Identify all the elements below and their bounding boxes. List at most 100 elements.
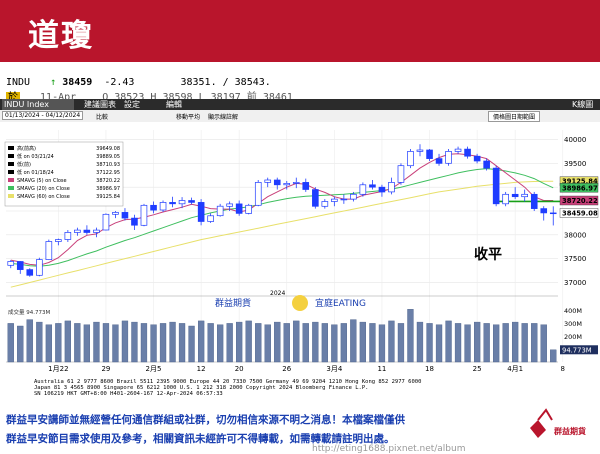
candle-up [321,201,329,207]
volume-bar [121,320,129,363]
volume-bar [64,320,72,363]
candle-up [283,183,291,186]
price-tag-label: 38986.97 [562,184,598,192]
price-tick-label: 40000 [564,136,586,144]
chart-range-label[interactable]: 價格圖日期範圍 [488,111,541,122]
candle-down [511,193,519,198]
candle-up [7,261,15,266]
brand-logo: 群益期貨 [524,404,596,450]
legend-swatch [8,146,14,150]
menu-item-settings[interactable]: 設定 [124,99,140,110]
volume-bar [521,323,528,363]
date-tick-label: 12 [197,365,206,373]
candle-down [83,229,91,233]
candle-up [112,212,119,215]
legend-swatch [8,170,14,174]
candle-down [435,158,443,164]
date-tick-label: 2月5 [146,365,162,373]
menu-item-chart-type[interactable]: K線圖 [572,99,593,110]
volume-bar [255,323,262,363]
date-tick-label: 11 [377,365,386,373]
legend-swatch [8,178,14,182]
candle-up [216,205,224,217]
title-bar: 道瓊 [0,0,600,62]
volume-legend: 成交量 94.773M [8,308,50,316]
date-range-input[interactable]: 01/13/2024 - 04/12/2024 [2,111,84,120]
price-tick-label: 38000 [564,231,586,239]
candle-up [292,182,300,184]
volume-bar [388,320,395,363]
volume-bar [55,323,62,363]
volume-bar [7,323,14,363]
year-label: 2024 [270,290,285,297]
volume-bar [188,325,195,363]
candle-down [302,182,310,190]
price-change: -2.43 [104,77,135,88]
volume-bar [45,324,53,363]
legend-value: 39649.08 [96,146,120,152]
date-tick-label: 29 [101,365,110,373]
volume-bar [540,324,547,363]
candle-up [521,193,528,198]
volume-bar [312,321,319,363]
candle-down [483,160,490,169]
volume-bar [169,321,176,363]
candle-up [340,198,348,201]
candle-down [188,200,195,203]
volume-bar [264,324,271,363]
moving-average-checkbox[interactable]: 移動平均 [176,112,200,121]
candle-down [473,155,481,162]
volume-bar [445,320,452,363]
candle-down [426,149,433,159]
candle-down [530,193,538,209]
legend-label: SMAVG (60) on Close [17,194,70,200]
volume-tick-label: 400M [564,307,582,315]
candle-down [150,204,157,211]
price-tag-label: 38720.22 [562,197,598,205]
candle-down [464,148,471,157]
volume-bar [140,323,148,363]
candle-down [378,186,386,193]
candle-down [273,179,281,186]
date-tick-label: 1月22 [48,365,68,373]
candle-down [169,202,176,205]
candle-up [159,202,167,211]
volume-bar [474,321,481,363]
candle-down [197,202,205,222]
annotation-checkbox[interactable]: 註解 [226,112,238,121]
volume-bar [340,323,347,363]
candle-up [102,213,110,231]
volume-bar [274,321,281,363]
index-name-box[interactable]: INDU Index [2,99,74,110]
watermark-slogan: 宜庭EATING [315,297,366,309]
legend-swatch [8,186,14,190]
watermark-url: http://eting1688.pixnet.net/album [312,444,466,454]
volume-bar [197,320,205,363]
volume-bar [150,324,157,363]
candle-up [502,193,509,205]
menu-item-edit[interactable]: 編輯 [166,99,182,110]
candle-down [121,212,129,219]
quote-line: INDU ↑ 38459 -2.43 38351. / 38543. [6,77,271,88]
price-chart: 37000375003800038500390003950040000400M3… [0,122,600,410]
volume-bar [83,324,91,363]
date-tick-label: 4月1 [507,365,523,373]
volume-bar [426,323,433,363]
compare-button[interactable]: 比較 [96,112,108,121]
candle-up [350,193,357,200]
show-line-checkbox[interactable]: 顯示線 [208,112,226,121]
volume-bar [226,323,233,363]
menu-item-suggested-charts[interactable]: 建議圖表 [84,99,116,110]
legend-value: 38986.97 [96,186,120,192]
volume-bar [216,324,224,363]
candle-up [55,239,62,242]
candle-up [254,182,262,206]
volume-bar [26,319,33,363]
candle-up [445,151,452,164]
volume-bar [36,321,43,363]
volume-bar [245,320,252,363]
volume-bar [407,309,414,363]
volume-bar [550,349,557,363]
volume-bar [112,324,119,363]
candle-down [549,212,557,215]
